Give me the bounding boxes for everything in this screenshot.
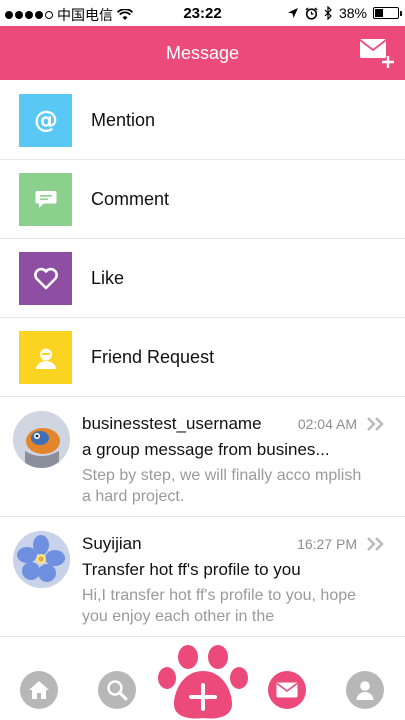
tab-bar: [0, 644, 405, 720]
location-arrow-icon: [287, 8, 298, 18]
message-time: 02:04 AM: [297, 416, 357, 432]
battery-percent: 38%: [338, 5, 367, 21]
category-label: Friend Request: [91, 347, 215, 367]
double-chevron-right-icon: [367, 537, 384, 551]
category-label: Comment: [91, 189, 170, 209]
tab-home[interactable]: [20, 671, 58, 709]
compose-mail-button[interactable]: [359, 36, 395, 70]
sender-name: businesstest_username: [82, 414, 262, 433]
heart-icon: [33, 267, 58, 289]
like-tile: [19, 252, 72, 305]
status-right: 38%: [287, 5, 402, 21]
svg-text:@: @: [34, 107, 58, 134]
search-icon: [107, 680, 128, 701]
category-friend-request[interactable]: Friend Request: [0, 318, 405, 397]
mail-icon: [276, 682, 298, 698]
compose-mail-icon: [359, 39, 394, 68]
page-title: Message: [165, 43, 240, 63]
message-subject: a group message from busines...: [82, 440, 330, 459]
tab-add-post[interactable]: [157, 644, 249, 720]
message-item[interactable]: businesstest_username 02:04 AM a group m…: [0, 397, 405, 517]
message-time: 16:27 PM: [297, 536, 357, 552]
category-mention[interactable]: @ Mention: [0, 81, 405, 160]
category-label: Like: [91, 268, 125, 288]
alarm-clock-icon: [305, 7, 318, 20]
tab-messages[interactable]: [268, 671, 306, 709]
friend-request-tile: [19, 331, 72, 384]
tab-profile[interactable]: [346, 671, 384, 709]
message-preview: Hi,I transfer hot ff's profile to you, h…: [82, 587, 357, 625]
mention-tile: @: [19, 94, 72, 147]
message-item[interactable]: Suyijian 16:27 PM Transfer hot ff's prof…: [0, 517, 405, 637]
profile-icon: [356, 681, 374, 700]
double-chevron-right-icon: [367, 417, 384, 431]
at-icon: @: [34, 107, 58, 134]
person-icon: [35, 348, 56, 369]
comment-tile: [19, 173, 72, 226]
comment-icon: [35, 190, 56, 208]
message-preview: Step by step, we will finally acco mplis…: [82, 467, 362, 505]
bluetooth-icon: [324, 6, 332, 20]
message-subject: Transfer hot ff's profile to you: [82, 560, 301, 579]
tab-search[interactable]: [98, 671, 136, 709]
category-like[interactable]: Like: [0, 239, 405, 318]
category-label: Mention: [91, 110, 156, 130]
category-comment[interactable]: Comment: [0, 160, 405, 239]
paw-add-icon: [158, 645, 248, 719]
avatar: [13, 531, 70, 588]
home-icon: [29, 681, 49, 699]
battery-icon: [373, 7, 402, 19]
header-bar: Message: [0, 26, 405, 80]
status-bar: 中国电信 23:22 38%: [0, 0, 405, 26]
sender-name: Suyijian: [82, 534, 142, 553]
avatar: [13, 411, 70, 468]
